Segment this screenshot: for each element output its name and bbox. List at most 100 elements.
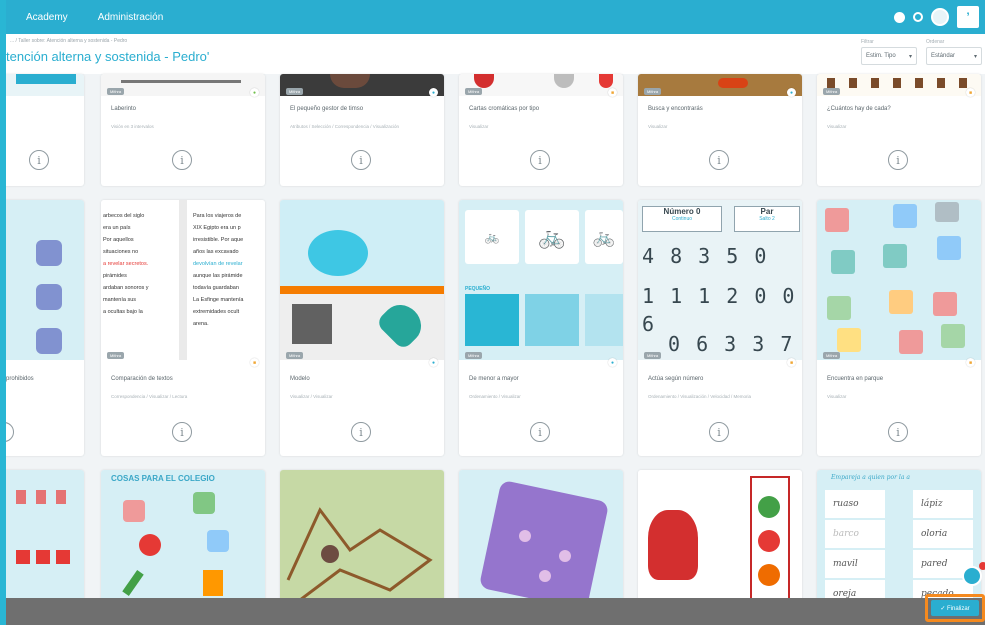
activity-card[interactable]: arbecos del siglo era un país Por aquellos…: [101, 200, 265, 456]
card-thumbnail: [280, 200, 444, 360]
card-thumbnail: arbecos del siglo era un país Por aquellos…: [101, 200, 265, 360]
card-thumbnail: [280, 470, 444, 598]
info-icon[interactable]: i: [29, 150, 49, 170]
card-badge: Mithra: [644, 352, 662, 359]
card-thumbnail: [638, 74, 802, 96]
breadcrumb[interactable]: ... / Taller sobre: Atención alterna y s…: [10, 38, 127, 44]
finish-button[interactable]: ✓ Finalizar: [931, 600, 979, 616]
card-badge: Mithra: [465, 88, 483, 95]
card-thumbnail: [638, 470, 802, 598]
activity-card[interactable]: i: [6, 74, 84, 186]
word-column-left: ruaso barco mavil oreja: [825, 490, 885, 598]
activity-card[interactable]: Mithra ● Busca y encontrarás Visualizar …: [638, 74, 802, 186]
card-corner-icon: ●: [608, 358, 617, 367]
card-badge: Mithra: [644, 88, 662, 95]
card-title: De menor a mayor: [469, 376, 519, 382]
chevron-down-icon: ▾: [908, 53, 912, 60]
brand-logo-icon: ʼ: [957, 6, 979, 28]
card-badge: Mithra: [823, 352, 841, 359]
card-thumbnail: [6, 74, 84, 96]
info-icon[interactable]: i: [6, 422, 14, 442]
info-icon[interactable]: i: [172, 150, 192, 170]
info-icon[interactable]: i: [530, 150, 550, 170]
card-badge: Mithra: [286, 88, 304, 95]
activity-card[interactable]: [6, 470, 84, 598]
card-subtitle: Ordenamiento / Visualizar: [469, 394, 521, 399]
card-subtitle: Ordenamiento / Visualización / Velocidad…: [648, 394, 751, 399]
card-subtitle: Visión en 3 intervalos: [111, 124, 154, 129]
activity-card[interactable]: Mithra ● Modelo Visualizar / Visualizar …: [280, 200, 444, 456]
main-content: ... / Taller sobre: Atención alterna y s…: [6, 34, 985, 598]
help-icon[interactable]: [894, 11, 905, 23]
info-icon[interactable]: i: [351, 150, 371, 170]
activity-card[interactable]: Mithra ■ ¿Cuántos hay de cada? Visualiza…: [817, 74, 981, 186]
par-label: Par: [760, 207, 774, 216]
card-thumbnail: Número 0 Continuo Par Salto 2 4 8 3 5 0 …: [638, 200, 802, 360]
card-thumbnail: [6, 200, 84, 360]
card-corner-icon: ■: [966, 88, 975, 97]
activity-card[interactable]: [280, 470, 444, 598]
info-icon[interactable]: i: [172, 422, 192, 442]
card-title: ¿Cuántos hay de cada?: [827, 106, 891, 112]
activity-card[interactable]: Mithra ● Laberinto Visión en 3 intervalo…: [101, 74, 265, 186]
maze-path: [286, 507, 433, 598]
card-subtitle: Visualizar: [648, 124, 668, 129]
activity-card[interactable]: [459, 470, 623, 598]
notification-dot-icon: [979, 562, 985, 570]
number-sequence: 0 6 3 3 7: [668, 332, 795, 356]
card-thumbnail: [459, 74, 623, 96]
size-label: PEQUEÑO: [465, 286, 491, 292]
activity-card[interactable]: Empareja a quien por la a ruaso barco ma…: [817, 470, 981, 598]
card-heading: COSAS PARA EL COLEGIO: [111, 474, 215, 483]
info-icon[interactable]: i: [709, 422, 729, 442]
activity-card[interactable]: Mithra ● El pequeño gestor de timso Atri…: [280, 74, 444, 186]
card-title: Busca y encontrarás: [648, 106, 703, 112]
app-frame: Academy Administración ʼ ... / Taller so…: [6, 0, 985, 625]
card-badge: Mithra: [465, 352, 483, 359]
card-badge: Mithra: [823, 88, 841, 95]
card-corner-icon: ●: [787, 88, 796, 97]
card-subtitle: Correspondencia / Visualizar / Lectura: [111, 394, 188, 399]
activity-card[interactable]: COSAS PARA EL COLEGIO: [101, 470, 265, 598]
card-subtitle: Atributos / Selección / Correspondencia …: [290, 124, 399, 129]
activity-card[interactable]: prohibidos i: [6, 200, 84, 456]
card-corner-icon: ■: [966, 358, 975, 367]
chat-icon[interactable]: [962, 566, 982, 586]
nav-administracion[interactable]: Administración: [98, 12, 164, 23]
card-corner-icon: ■: [608, 88, 617, 97]
activity-card[interactable]: [638, 470, 802, 598]
bottom-bar: ✓ Finalizar: [6, 594, 985, 625]
avatar[interactable]: [931, 8, 949, 26]
info-icon[interactable]: i: [709, 150, 729, 170]
activity-card[interactable]: Mithra ■ Cartas cromáticas por tipo Visu…: [459, 74, 623, 186]
chevron-down-icon: ▾: [973, 53, 977, 60]
continuo-label: Continuo: [671, 216, 692, 222]
order-select[interactable]: Estándar ▾: [926, 47, 982, 65]
card-subtitle: Visualizar: [469, 124, 489, 129]
card-thumbnail: [459, 470, 623, 598]
card-title: Laberinto: [111, 106, 137, 112]
card-title: El pequeño gestor de timso: [290, 106, 364, 112]
card-badge: Mithra: [107, 88, 125, 95]
card-title: Encuentra en parque: [827, 376, 884, 382]
activity-card[interactable]: 🚲 🚲 🚲 PEQUEÑO Mithra ● De menor a mayor …: [459, 200, 623, 456]
gear-icon[interactable]: [913, 12, 923, 22]
info-icon[interactable]: i: [351, 422, 371, 442]
card-corner-icon: ■: [787, 358, 796, 367]
info-icon[interactable]: i: [888, 150, 908, 170]
card-thumbnail: [6, 470, 84, 598]
card-subtitle: Visualizar / Visualizar: [290, 394, 333, 399]
card-corner-icon: ●: [429, 358, 438, 367]
card-thumbnail: [817, 74, 981, 96]
card-subtitle: Visualizar: [827, 394, 847, 399]
info-icon[interactable]: i: [888, 422, 908, 442]
nav-academy[interactable]: Academy: [26, 12, 68, 23]
card-thumbnail: [101, 74, 265, 96]
order-label: Ordenar: [926, 39, 945, 45]
activity-card[interactable]: Mithra ■ Encuentra en parque Visualizar …: [817, 200, 981, 456]
page-header: ... / Taller sobre: Atención alterna y s…: [6, 34, 985, 74]
filter-select[interactable]: Estim. Tipo ▾: [861, 47, 917, 65]
activity-card[interactable]: Número 0 Continuo Par Salto 2 4 8 3 5 0 …: [638, 200, 802, 456]
info-icon[interactable]: i: [530, 422, 550, 442]
number-sequence: 6: [642, 312, 655, 336]
